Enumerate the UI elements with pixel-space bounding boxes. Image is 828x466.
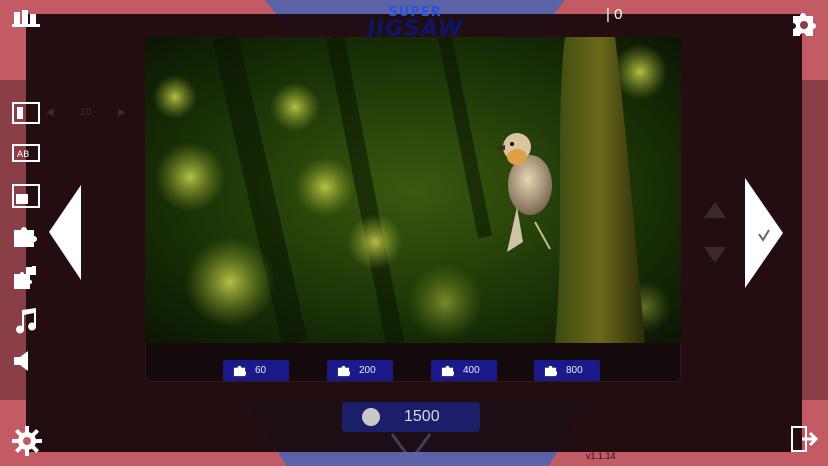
previous-image-arrow-icon[interactable] [49, 185, 81, 280]
text-ab-icon[interactable]: AB [12, 143, 40, 167]
coin-icon [362, 408, 380, 426]
puzzle-piece-icon [337, 365, 350, 377]
bottom-logo-icon [388, 430, 434, 464]
gear-icon[interactable] [10, 424, 44, 458]
svg-text:AB: AB [17, 150, 29, 160]
speaker-icon[interactable] [12, 350, 40, 374]
score-marker: | [606, 6, 615, 23]
layout-icon[interactable] [12, 184, 40, 208]
piece-count-label: 200 [359, 365, 376, 376]
version-label: v1.1.14 [586, 451, 616, 461]
right-strip [802, 80, 828, 400]
image-pager: ◀ 10 ▶ [46, 106, 126, 122]
exit-icon[interactable] [790, 424, 820, 454]
piece-count-400-button[interactable]: 400 [431, 360, 497, 381]
puzzle-piece-icon [544, 365, 557, 377]
puzzle-piece-icon [233, 365, 246, 377]
puzzle-piece-icon[interactable] [12, 224, 40, 248]
piece-count-60-button[interactable]: 60 [223, 360, 289, 381]
coin-counter: 1500 [342, 402, 480, 432]
pager-prev[interactable]: ◀ [46, 107, 54, 118]
scroll-up-icon[interactable] [703, 201, 727, 219]
puzzle-image[interactable] [145, 37, 681, 343]
piece-count-label: 800 [566, 365, 583, 376]
piece-count-800-button[interactable]: 800 [534, 360, 600, 381]
puzzle-pieces-icon[interactable] [12, 265, 40, 290]
puzzle-piece-icon [441, 365, 454, 377]
piece-count-label: 60 [255, 365, 267, 376]
music-icon[interactable] [12, 308, 40, 334]
score-value: 0 [614, 6, 623, 23]
piece-count-label: 400 [463, 365, 480, 376]
top-score: | 0 [606, 6, 622, 23]
scroll-down-icon[interactable] [703, 246, 727, 264]
game-logo: SUPER JIGSAW [360, 6, 470, 41]
image-select-icon[interactable] [12, 102, 40, 126]
next-image-arrow-icon[interactable] [745, 178, 783, 288]
piece-count-200-button[interactable]: 200 [327, 360, 393, 381]
pager-next[interactable]: ▶ [118, 107, 126, 118]
gallery-icon[interactable] [12, 8, 40, 28]
coin-value: 1500 [404, 408, 440, 425]
settings-puzzle-icon[interactable] [789, 8, 819, 38]
pager-value: 10 [80, 107, 92, 118]
